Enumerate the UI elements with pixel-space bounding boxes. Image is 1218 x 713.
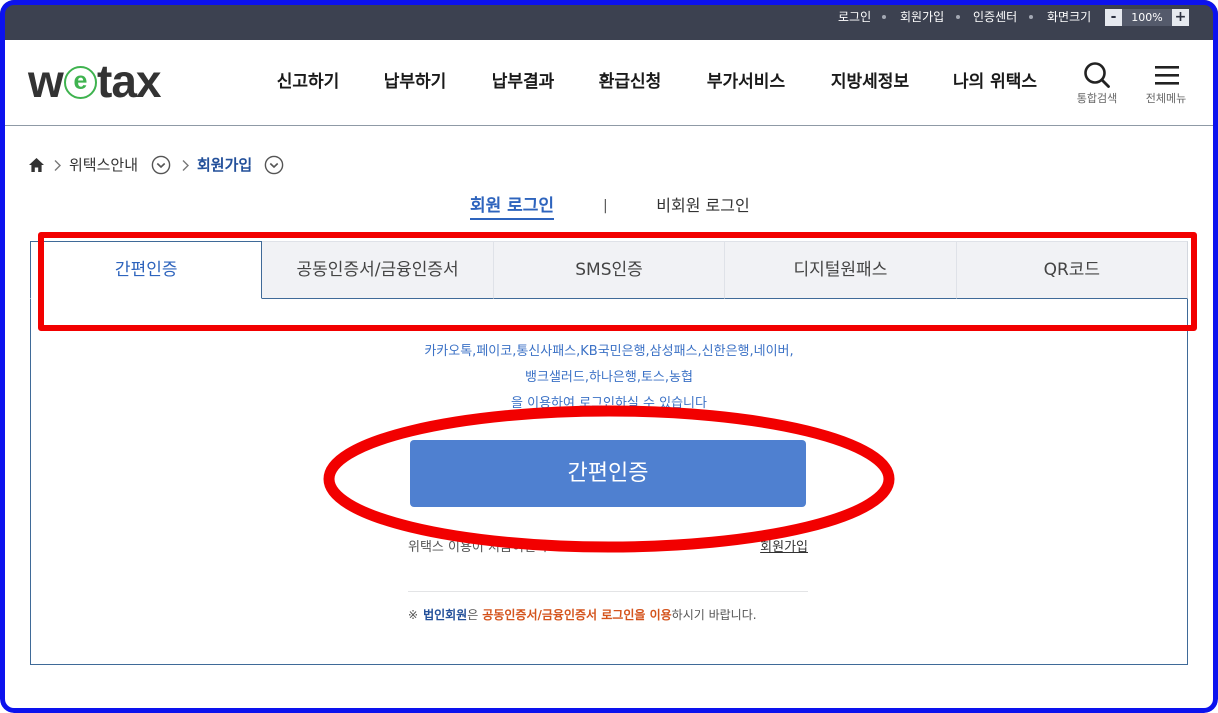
circle-chevron-down-icon[interactable]: [264, 155, 284, 175]
signup-link[interactable]: 회원가입: [760, 540, 808, 555]
tab-joint-financial-cert[interactable]: 공동인증서/금융인증서: [262, 241, 494, 299]
tab-simple-auth[interactable]: 간편인증: [30, 241, 263, 299]
non-member-login-label: 비회원 로그인: [656, 196, 750, 215]
notice-subject: 법인회원: [423, 608, 468, 622]
circle-chevron-down-icon[interactable]: [151, 155, 171, 175]
provider-line: 카카오톡,페이코,통신사패스,KB국민은행,삼성패스,신한은행,네이버,: [424, 344, 794, 359]
help-text: 위택스 이용이 처음이신가요?: [408, 540, 567, 555]
login-type-separator: |: [603, 198, 608, 214]
utility-separator-dot: [1029, 15, 1033, 19]
nav-payment[interactable]: 납부하기: [365, 71, 465, 93]
provider-line: 을 이용하여 로그인하실 수 있습니다: [511, 396, 707, 411]
utility-separator-dot: [882, 15, 886, 19]
zoom-level: 100%: [1122, 9, 1172, 26]
tab-digital-onepass[interactable]: 디지털원패스: [725, 241, 957, 299]
breadcrumb-item-wetax-guide[interactable]: 위택스안내: [69, 156, 138, 174]
utility-separator-dot: [956, 15, 960, 19]
tab-qr-code[interactable]: QR코드: [956, 241, 1189, 299]
menu-label[interactable]: 전체메뉴: [1136, 92, 1196, 106]
provider-line: 뱅크샐러드,하나은행,토스,농협: [525, 370, 693, 385]
search-icon[interactable]: [1083, 61, 1111, 89]
wetax-login-page: 로그인 회원가입 인증센터 화면크기 - 100% + w e tax 신고하기…: [0, 0, 1218, 713]
signup-link-wrap: 회원가입: [708, 540, 808, 556]
utility-signup-link[interactable]: 회원가입: [900, 9, 944, 26]
zoom-out-button[interactable]: -: [1105, 9, 1122, 26]
notice-tail: 하시기 바랍니다.: [671, 608, 757, 622]
auth-method-tabs: 간편인증 공동인증서/금융인증서 SMS인증 디지털원패스 QR코드: [30, 241, 1189, 299]
panel-divider: [408, 591, 808, 592]
header-divider: [0, 125, 1218, 126]
utility-cert-center-link[interactable]: 인증센터: [973, 9, 1017, 26]
non-member-login-tab[interactable]: 비회원 로그인: [623, 195, 783, 220]
home-icon[interactable]: [28, 157, 45, 173]
corporate-member-notice: ※ 법인회원은 공동인증서/금융인증서 로그인을 이용하시기 바랍니다.: [408, 607, 757, 623]
nav-extra-services[interactable]: 부가서비스: [686, 71, 806, 93]
tab-sms-auth[interactable]: SMS인증: [493, 241, 726, 299]
utility-login-link[interactable]: 로그인: [838, 9, 871, 26]
nav-report[interactable]: 신고하기: [258, 71, 358, 93]
member-login-label: 회원 로그인: [469, 195, 555, 220]
zoom-in-button[interactable]: +: [1172, 9, 1189, 26]
nav-payment-result[interactable]: 납부결과: [473, 71, 573, 93]
nav-my-wetax[interactable]: 나의 위택스: [935, 71, 1055, 93]
chevron-right-icon: [182, 160, 189, 171]
notice-mark: ※: [408, 608, 419, 622]
hamburger-menu-icon[interactable]: [1154, 65, 1180, 87]
logo-circle-e: e: [64, 66, 97, 99]
simple-auth-button[interactable]: 간편인증: [410, 440, 806, 507]
notice-particle: 은: [467, 608, 479, 622]
utility-bar: [0, 0, 1218, 40]
breadcrumb-item-signup[interactable]: 회원가입: [197, 156, 252, 174]
nav-refund[interactable]: 환급신청: [580, 71, 680, 93]
nav-local-tax-info[interactable]: 지방세정보: [810, 71, 930, 93]
search-label[interactable]: 통합검색: [1067, 92, 1127, 106]
member-login-tab[interactable]: 회원 로그인: [432, 195, 592, 220]
logo-letters-tax: tax: [97, 55, 161, 107]
provider-list: 카카오톡,페이코,통신사패스,KB국민은행,삼성패스,신한은행,네이버, 뱅크샐…: [309, 339, 909, 417]
chevron-right-icon: [54, 160, 61, 171]
logo-letter-w: w: [28, 55, 64, 107]
notice-highlight: 공동인증서/금융인증서 로그인을 이용: [482, 608, 672, 622]
font-size-label: 화면크기: [1047, 10, 1092, 24]
